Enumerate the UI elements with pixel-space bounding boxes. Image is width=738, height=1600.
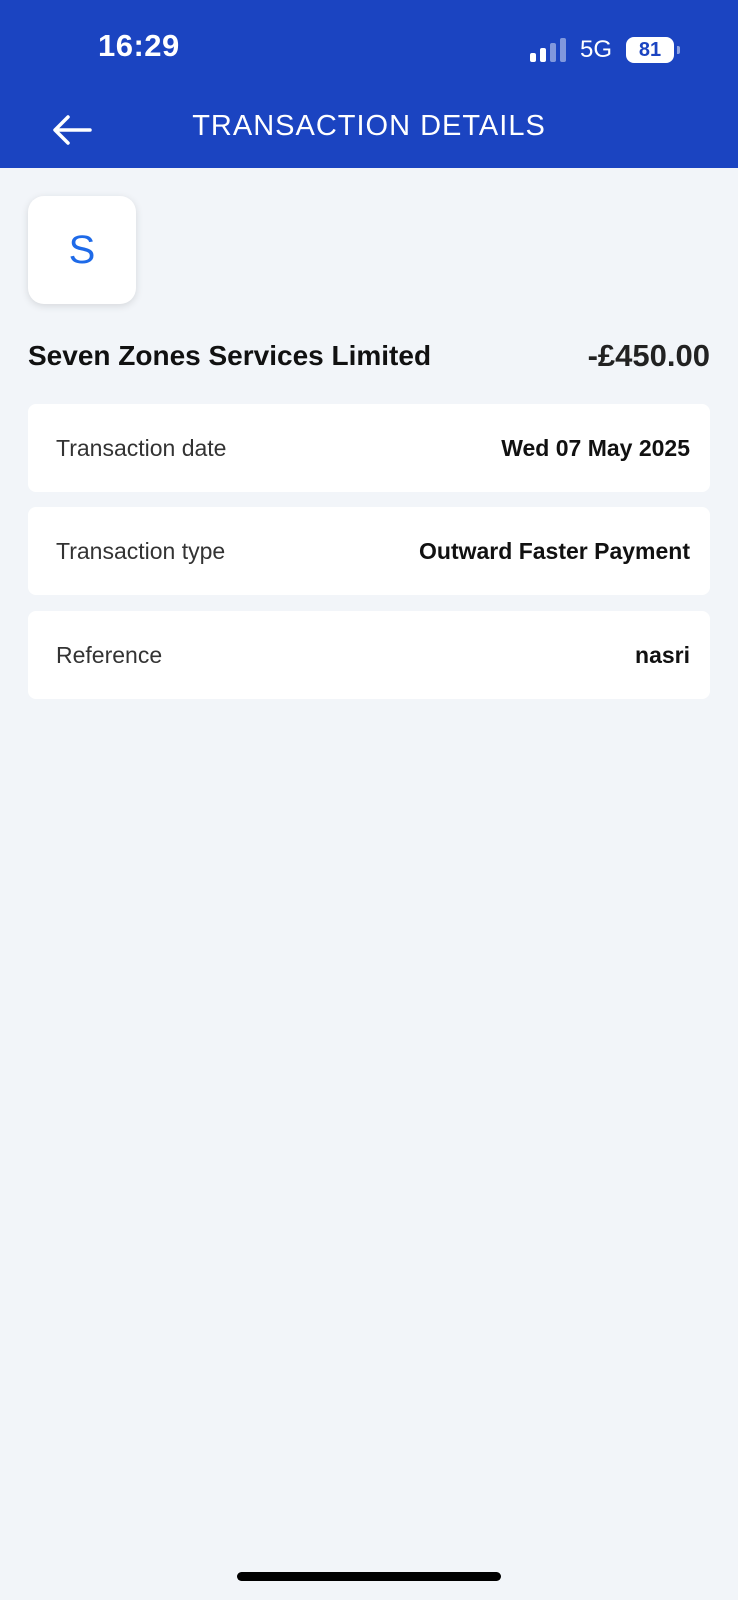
app-header: 16:29 5G 81 TRANSACTION DETAILS	[0, 0, 738, 168]
detail-label: Transaction type	[56, 537, 226, 564]
detail-row-transaction-type: Transaction type Outward Faster Payment	[28, 507, 710, 595]
battery-level: 81	[638, 39, 662, 61]
status-time: 16:29	[98, 28, 180, 63]
transaction-amount: -£450.00	[587, 338, 710, 373]
signal-bar	[539, 48, 546, 62]
transaction-details-screen: 16:29 5G 81 TRANSACTION DETAILS S Seven …	[0, 0, 738, 1600]
detail-value: Outward Faster Payment	[419, 537, 690, 564]
detail-label: Transaction date	[56, 434, 227, 461]
avatar-letter: S	[68, 227, 96, 272]
signal-bar	[559, 38, 566, 62]
detail-value: nasri	[635, 641, 690, 668]
detail-row-transaction-date: Transaction date Wed 07 May 2025	[28, 404, 710, 492]
network-type: 5G	[579, 36, 612, 63]
detail-label: Reference	[56, 641, 163, 668]
merchant-name: Seven Zones Services Limited	[28, 340, 432, 371]
signal-bar	[529, 53, 536, 62]
page-title: TRANSACTION DETAILS	[192, 110, 546, 142]
home-indicator[interactable]	[237, 1572, 501, 1581]
status-indicators: 5G 81	[529, 36, 680, 64]
merchant-avatar: S	[28, 196, 136, 304]
detail-value: Wed 07 May 2025	[501, 434, 690, 461]
detail-row-reference: Reference nasri	[28, 611, 710, 699]
signal-bar	[549, 43, 556, 62]
battery-icon: 81	[626, 37, 680, 63]
signal-strength-icon	[529, 38, 566, 62]
